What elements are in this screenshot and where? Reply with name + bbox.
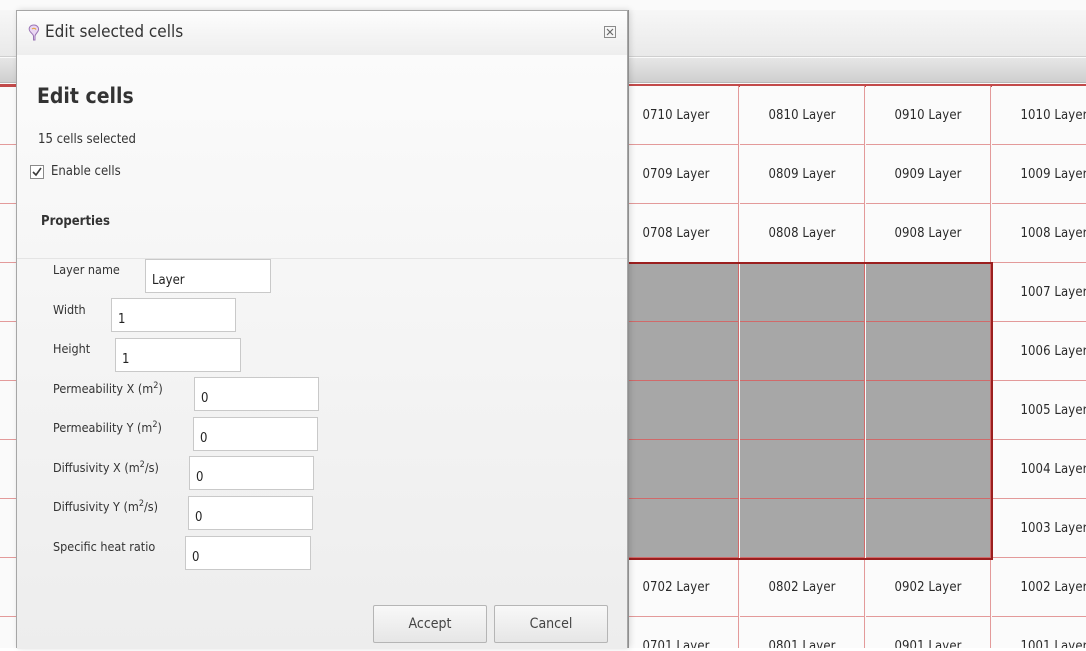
- dialog-body: Edit cells 15 cells selected Enable cell…: [17, 55, 627, 649]
- cancel-button[interactable]: Cancel: [494, 605, 608, 643]
- grid-cell[interactable]: 0802 Layer: [740, 558, 865, 617]
- grid-cell[interactable]: 1003 Layer: [992, 499, 1086, 558]
- permeability-y-label: Permeability Y (m2): [53, 420, 162, 435]
- accept-button[interactable]: Accept: [373, 605, 487, 643]
- diffusivity-y-label-suffix: /s): [144, 499, 159, 515]
- diffusivity-x-label: Diffusivity X (m2/s): [53, 460, 159, 475]
- edit-cells-dialog: Edit selected cells Edit cells 15 cells …: [16, 10, 628, 649]
- grid-cell[interactable]: 1006 Layer: [992, 322, 1086, 381]
- width-label: Width: [53, 302, 86, 317]
- grid-cell[interactable]: 1010 Layer: [992, 86, 1086, 145]
- grid-cell[interactable]: [614, 499, 739, 558]
- grid-cell[interactable]: 1002 Layer: [992, 558, 1086, 617]
- app-logo-icon: [27, 24, 41, 42]
- grid-cell[interactable]: [866, 381, 991, 440]
- grid-cell[interactable]: [614, 322, 739, 381]
- grid-cell[interactable]: 0709 Layer: [614, 145, 739, 204]
- permeability-y-label-text: Permeability Y (m: [53, 420, 153, 436]
- checkmark-icon: [32, 167, 42, 177]
- grid-cell[interactable]: 0908 Layer: [866, 204, 991, 263]
- grid-cell[interactable]: 0810 Layer: [740, 86, 865, 145]
- diffusivity-y-label: Diffusivity Y (m2/s): [53, 499, 158, 514]
- grid-cell[interactable]: 1005 Layer: [992, 381, 1086, 440]
- properties-heading: Properties: [41, 214, 110, 229]
- height-input[interactable]: [115, 338, 241, 372]
- grid-cell[interactable]: 0708 Layer: [614, 204, 739, 263]
- grid-cell[interactable]: [740, 440, 865, 499]
- layer-name-input[interactable]: [145, 259, 271, 293]
- diffusivity-x-label-text: Diffusivity X (m: [53, 460, 140, 476]
- permeability-x-label-suffix: ): [158, 381, 163, 397]
- grid-cell[interactable]: 0710 Layer: [614, 86, 739, 145]
- grid-cell[interactable]: [614, 381, 739, 440]
- specific-heat-ratio-label: Specific heat ratio: [53, 539, 156, 554]
- width-input[interactable]: [111, 298, 236, 332]
- grid-cell[interactable]: 0702 Layer: [614, 558, 739, 617]
- grid-cell[interactable]: [740, 499, 865, 558]
- selection-count: 15 cells selected: [38, 132, 136, 147]
- grid-cell[interactable]: 0901 Layer: [866, 617, 991, 648]
- grid-cell[interactable]: [614, 263, 739, 322]
- grid-cell[interactable]: 0809 Layer: [740, 145, 865, 204]
- diffusivity-x-input[interactable]: [189, 456, 314, 490]
- permeability-x-label-text: Permeability X (m: [53, 381, 154, 397]
- permeability-x-input[interactable]: [194, 377, 319, 411]
- diffusivity-y-label-text: Diffusivity Y (m: [53, 499, 139, 515]
- grid-cell[interactable]: 1008 Layer: [992, 204, 1086, 263]
- grid-cell[interactable]: 0801 Layer: [740, 617, 865, 648]
- grid-cell[interactable]: [866, 263, 991, 322]
- grid-cell[interactable]: [740, 263, 865, 322]
- enable-cells-checkbox[interactable]: [30, 165, 44, 179]
- dialog-title: Edit selected cells: [45, 22, 184, 42]
- specific-heat-ratio-input[interactable]: [185, 536, 311, 570]
- dialog-heading: Edit cells: [37, 84, 134, 108]
- grid-cell[interactable]: [740, 322, 865, 381]
- permeability-x-label: Permeability X (m2): [53, 381, 163, 396]
- grid-cell[interactable]: 0910 Layer: [866, 86, 991, 145]
- section-divider: [17, 258, 627, 259]
- layer-grid: 0710 Layer 0810 Layer 0910 Layer 1010 Layer…: [614, 86, 1086, 648]
- grid-cell[interactable]: 1001 Layer: [992, 617, 1086, 648]
- close-icon[interactable]: [601, 23, 619, 41]
- grid-cell[interactable]: 1009 Layer: [992, 145, 1086, 204]
- grid-cell[interactable]: [740, 381, 865, 440]
- grid-cell[interactable]: 0902 Layer: [866, 558, 991, 617]
- grid-cell[interactable]: 0701 Layer: [614, 617, 739, 648]
- grid-cell[interactable]: 0909 Layer: [866, 145, 991, 204]
- diffusivity-y-input[interactable]: [188, 496, 313, 530]
- permeability-y-label-suffix: ): [157, 420, 162, 436]
- dialog-titlebar[interactable]: Edit selected cells: [17, 11, 627, 56]
- grid-cell[interactable]: [614, 440, 739, 499]
- grid-cell[interactable]: [866, 499, 991, 558]
- grid-cell[interactable]: [866, 322, 991, 381]
- enable-cells-label: Enable cells: [51, 164, 121, 179]
- permeability-y-input[interactable]: [193, 417, 318, 451]
- layer-name-label: Layer name: [53, 262, 120, 277]
- dialog-edge: [628, 10, 629, 648]
- grid-cell[interactable]: 1007 Layer: [992, 263, 1086, 322]
- grid-cell[interactable]: 0808 Layer: [740, 204, 865, 263]
- diffusivity-x-label-suffix: /s): [144, 460, 159, 476]
- height-label: Height: [53, 341, 91, 356]
- grid-cell[interactable]: [866, 440, 991, 499]
- grid-cell[interactable]: 1004 Layer: [992, 440, 1086, 499]
